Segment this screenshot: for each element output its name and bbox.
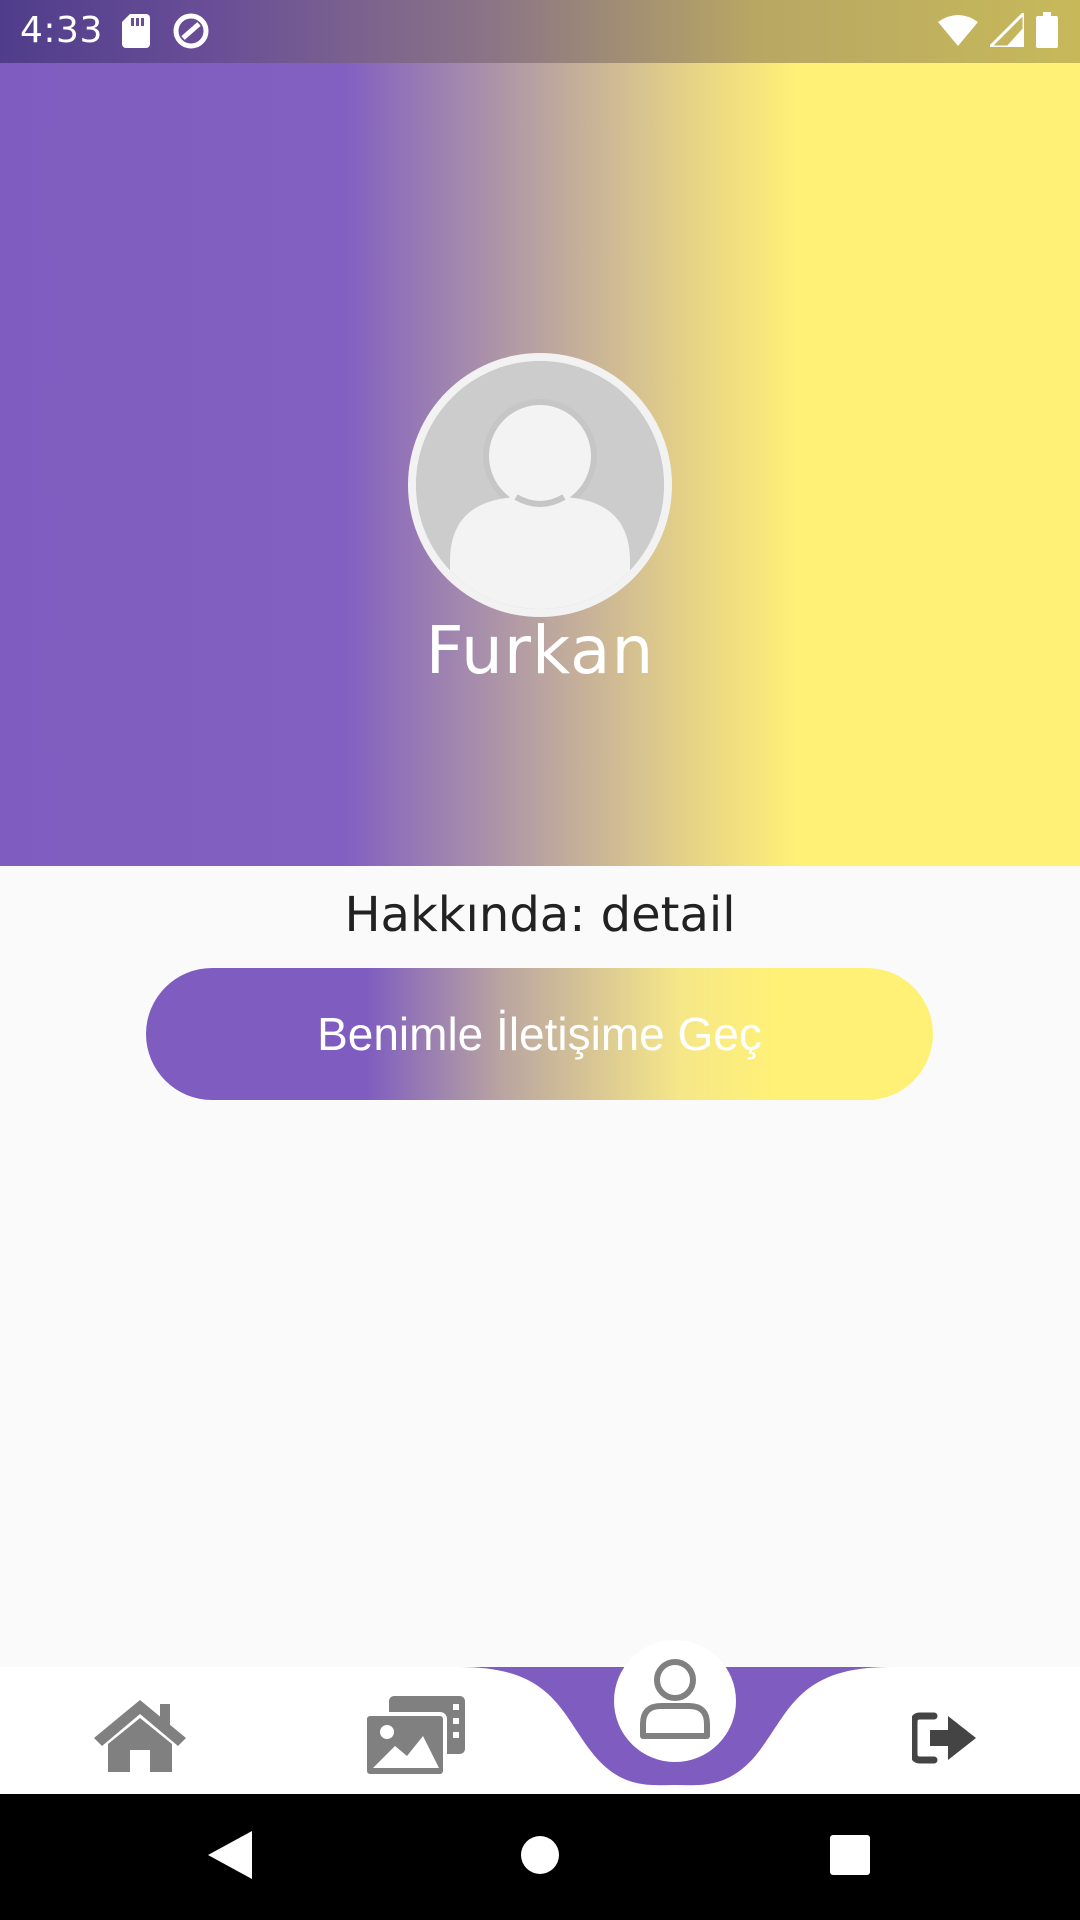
avatar[interactable]	[408, 353, 672, 617]
system-home-button[interactable]	[500, 1794, 580, 1920]
system-recents-button[interactable]	[810, 1794, 890, 1920]
system-back-button[interactable]	[190, 1794, 270, 1920]
system-navigation-bar	[0, 1794, 1080, 1920]
home-icon	[94, 1699, 186, 1776]
sd-card-icon	[122, 14, 150, 52]
default-avatar-icon	[416, 361, 664, 609]
status-bar: 4:33	[0, 0, 1080, 63]
status-right-icons	[938, 9, 1058, 52]
nav-profile-button[interactable]	[614, 1640, 736, 1762]
recents-icon	[830, 1835, 870, 1879]
status-time: 4:33	[20, 10, 103, 51]
bottom-navigation	[0, 1640, 1080, 1794]
nav-gallery-button[interactable]	[360, 1695, 470, 1780]
logout-icon	[910, 1712, 978, 1768]
home-circle-icon	[520, 1835, 560, 1879]
status-left-icons	[122, 12, 210, 54]
data-saver-icon	[172, 12, 210, 54]
battery-icon	[1036, 12, 1058, 52]
nav-home-button[interactable]	[90, 1695, 190, 1780]
signal-icon	[986, 9, 1026, 51]
profile-name: Furkan	[425, 612, 655, 689]
about-text: Hakkında: detail	[344, 887, 736, 943]
contact-me-button[interactable]: Benimle İletişime Geç	[146, 968, 933, 1100]
nav-logout-button[interactable]	[900, 1700, 990, 1780]
profile-header: Furkan	[0, 63, 1080, 866]
gallery-icon	[363, 1695, 465, 1780]
wifi-icon	[938, 14, 978, 50]
profile-icon	[639, 1658, 711, 1744]
back-icon	[208, 1831, 252, 1883]
